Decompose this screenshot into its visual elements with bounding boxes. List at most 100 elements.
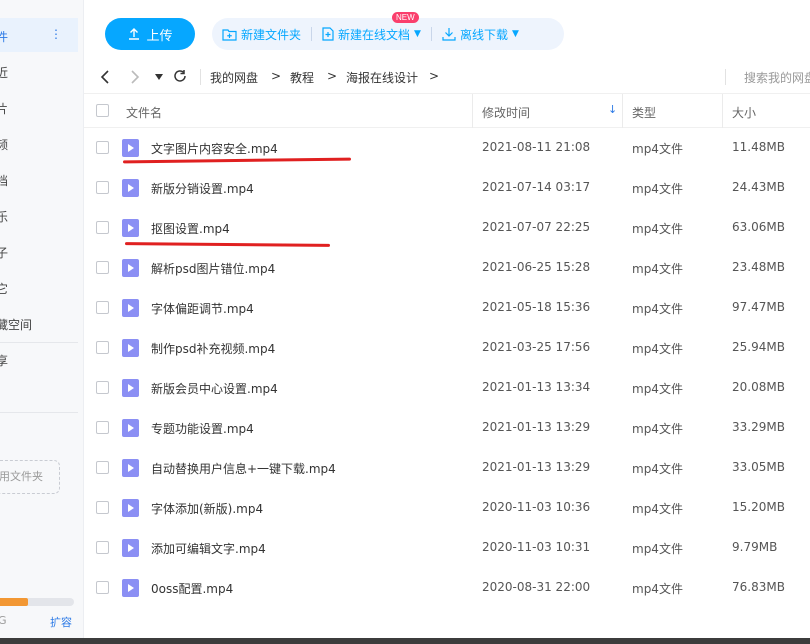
file-name[interactable]: 字体偏距调节.mp4 [151, 300, 254, 317]
row-checkbox[interactable] [96, 501, 109, 514]
file-type: mp4文件 [632, 542, 683, 556]
file-name[interactable]: 添加可编辑文字.mp4 [151, 540, 266, 557]
file-name[interactable]: 解析psd图片错位.mp4 [151, 260, 275, 277]
row-checkbox[interactable] [96, 261, 109, 274]
breadcrumb-separator: > [429, 69, 440, 83]
row-checkbox[interactable] [96, 141, 109, 154]
sidebar-item-shares[interactable]: 享 [0, 352, 8, 369]
video-file-icon [122, 219, 139, 237]
select-all-checkbox[interactable] [96, 104, 109, 117]
upload-button[interactable]: 上传 [105, 18, 195, 50]
sidebar-item-other[interactable]: 它 [0, 280, 8, 297]
refresh-icon[interactable] [173, 69, 187, 83]
file-name[interactable]: 制作psd补充视频.mp4 [151, 340, 275, 357]
table-row[interactable]: 解析psd图片错位.mp4 2021-06-25 15:28 mp4文件 23.48M… [84, 248, 810, 288]
file-type: mp4文件 [632, 142, 683, 156]
video-file-icon [122, 379, 139, 397]
breadcrumb-item[interactable]: 教程 [290, 69, 314, 86]
sidebar-item-documents[interactable]: 档 [0, 172, 8, 189]
row-checkbox[interactable] [96, 181, 109, 194]
table-row[interactable]: 新版会员中心设置.mp4 2021-01-13 13:34 mp4文件 20.08MB [84, 368, 810, 408]
file-type: mp4文件 [632, 422, 683, 436]
sidebar-item-recent[interactable]: 近 [0, 64, 8, 81]
table-row[interactable]: 字体添加(新版).mp4 2020-11-03 10:36 mp4文件 15.20MB [84, 488, 810, 528]
row-checkbox[interactable] [96, 341, 109, 354]
forward-arrow-icon[interactable] [130, 70, 140, 84]
file-name[interactable]: 新版会员中心设置.mp4 [151, 380, 278, 397]
sidebar-item-music[interactable]: 乐 [0, 208, 8, 225]
file-modified-time: 2020-11-03 10:31 [482, 540, 591, 554]
storage-quota-fill [0, 598, 29, 606]
sidebar-item-all-files[interactable]: 件 [0, 28, 8, 45]
row-checkbox[interactable] [96, 421, 109, 434]
expand-storage-link[interactable]: 扩容 [50, 614, 72, 630]
table-row[interactable]: 专题功能设置.mp4 2021-01-13 13:29 mp4文件 33.29MB [84, 408, 810, 448]
sort-desc-icon[interactable]: ↓ [608, 103, 617, 116]
breadcrumb-item[interactable]: 我的网盘 [210, 69, 258, 86]
new-online-doc-button[interactable]: 新建在线文档 ▼ NEW [312, 12, 431, 50]
table-row[interactable]: 新版分销设置.mp4 2021-07-14 03:17 mp4文件 24.43MB [84, 168, 810, 208]
sidebar-item-seeds[interactable]: 子 [0, 244, 8, 261]
sidebar-item-videos[interactable]: 频 [0, 136, 8, 153]
taskbar-edge [0, 638, 810, 644]
column-divider[interactable] [622, 94, 623, 128]
row-checkbox[interactable] [96, 581, 109, 594]
file-name[interactable]: 抠图设置.mp4 [151, 220, 230, 237]
file-modified-time: 2021-08-11 21:08 [482, 140, 591, 154]
table-row[interactable]: 0oss配置.mp4 2020-08-31 22:00 mp4文件 76.83MB [84, 568, 810, 608]
new-folder-label: 新建文件夹 [241, 27, 302, 42]
row-checkbox[interactable] [96, 221, 109, 234]
file-size: 33.29MB [732, 420, 785, 434]
column-header-modified[interactable]: 修改时间 [482, 104, 530, 121]
new-folder-button[interactable]: 新建文件夹 [212, 18, 311, 50]
row-checkbox[interactable] [96, 461, 109, 474]
toolbar: 上传 新建文件夹 新建在线文档 ▼ NEW 离线下载 ▼ [84, 0, 810, 60]
column-header-type[interactable]: 类型 [632, 104, 656, 121]
sidebar-item-hidden-space[interactable]: 藏空间 [0, 316, 32, 333]
column-divider[interactable] [472, 94, 473, 128]
common-folder-dropzone[interactable]: 用文件夹 [0, 460, 60, 494]
file-name[interactable]: 文字图片内容安全.mp4 [151, 140, 278, 157]
upload-icon [129, 28, 140, 40]
search-input[interactable]: 搜索我的网盘 [744, 69, 810, 86]
video-file-icon [122, 579, 139, 597]
file-modified-time: 2021-01-13 13:29 [482, 420, 591, 434]
breadcrumb-item[interactable]: 海报在线设计 [346, 69, 418, 86]
sidebar-item-partial[interactable]: ] [0, 426, 1, 440]
file-name[interactable]: 新版分销设置.mp4 [151, 180, 254, 197]
row-checkbox[interactable] [96, 541, 109, 554]
file-size: 9.79MB [732, 540, 778, 554]
table-row[interactable]: 制作psd补充视频.mp4 2021-03-25 17:56 mp4文件 25.94M… [84, 328, 810, 368]
more-dots-icon[interactable]: ⋮ [50, 27, 62, 41]
column-divider[interactable] [722, 94, 723, 128]
table-row[interactable]: 自动替换用户信息+一键下载.mp4 2021-01-13 13:29 mp4文件 33… [84, 448, 810, 488]
breadcrumb-separator: > [271, 69, 282, 83]
column-header-size[interactable]: 大小 [732, 104, 756, 121]
upload-label: 上传 [146, 28, 173, 44]
file-modified-time: 2021-01-13 13:34 [482, 380, 591, 394]
row-checkbox[interactable] [96, 301, 109, 314]
file-name[interactable]: 0oss配置.mp4 [151, 580, 233, 597]
file-name[interactable]: 专题功能设置.mp4 [151, 420, 254, 437]
chevron-down-icon: ▼ [511, 29, 519, 39]
file-modified-time: 2021-03-25 17:56 [482, 340, 591, 354]
storage-quota-bar [0, 598, 74, 606]
history-dropdown-icon[interactable] [155, 74, 163, 80]
sidebar-active-item[interactable]: 件 ⋮ [0, 18, 78, 52]
new-badge: NEW [392, 12, 419, 23]
file-modified-time: 2021-05-18 15:36 [482, 300, 591, 314]
file-modified-time: 2020-08-31 22:00 [482, 580, 591, 594]
offline-download-button[interactable]: 离线下载 ▼ [432, 18, 529, 50]
table-row[interactable]: 字体偏距调节.mp4 2021-05-18 15:36 mp4文件 97.47MB [84, 288, 810, 328]
file-size: 25.94MB [732, 340, 785, 354]
column-header-name[interactable]: 文件名 [126, 104, 162, 121]
file-type: mp4文件 [632, 342, 683, 356]
file-name[interactable]: 字体添加(新版).mp4 [151, 500, 263, 517]
chevron-down-icon: ▼ [414, 29, 421, 39]
row-checkbox[interactable] [96, 381, 109, 394]
sidebar-item-images[interactable]: 片 [0, 100, 8, 117]
new-folder-icon [222, 28, 237, 41]
back-arrow-icon[interactable] [100, 70, 110, 84]
table-row[interactable]: 添加可编辑文字.mp4 2020-11-03 10:31 mp4文件 9.79MB [84, 528, 810, 568]
file-name[interactable]: 自动替换用户信息+一键下载.mp4 [151, 460, 336, 477]
